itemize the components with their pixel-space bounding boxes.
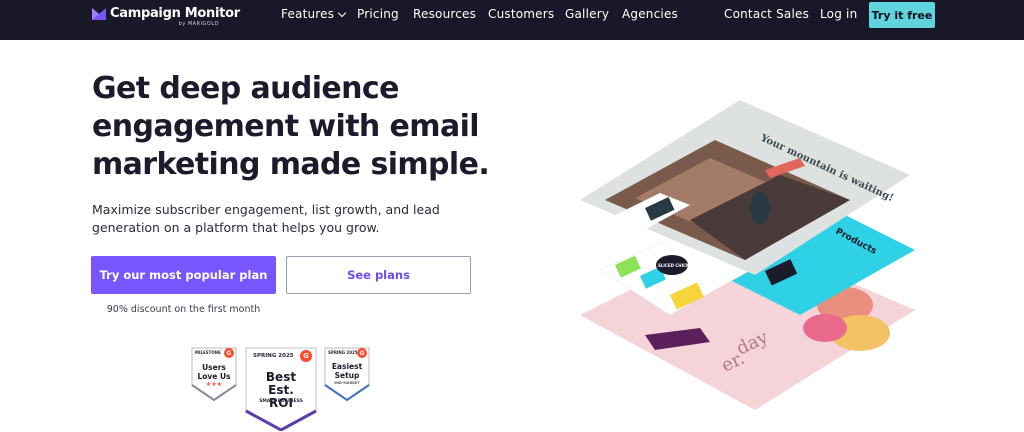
badge-setup-top: SPRING 2025 — [328, 350, 358, 355]
badge-users-top: MILESTONE — [195, 350, 221, 355]
chevron-down-icon — [337, 8, 347, 18]
campaign-monitor-logo-icon — [92, 8, 106, 20]
nav-agencies[interactable]: Agencies — [622, 7, 678, 21]
discount-note: 90% discount on the first month — [106, 304, 261, 315]
badge-roi-sub: SMALL BUSINESS — [259, 399, 303, 404]
nav-customers[interactable]: Customers — [488, 7, 554, 21]
badge-users-rating: ★★★ — [205, 381, 223, 388]
try-popular-plan-button[interactable]: Try our most popular plan — [91, 256, 276, 294]
badge-setup-main: Easiest Setup — [331, 362, 363, 380]
nav-features-label: Features — [281, 7, 335, 21]
food-label: SLICED CHICKEN — [658, 263, 695, 268]
try-it-free-button[interactable]: Try it free — [869, 2, 935, 28]
badge-roi-top: SPRING 2025 — [253, 353, 294, 359]
badge-users-love-us: MILESTONE G Users Love Us ★★★ — [191, 347, 237, 401]
see-plans-button[interactable]: See plans — [286, 256, 471, 294]
email-stack-graphic: day er. Products SLICED CHICKEN Your mou — [580, 100, 915, 410]
badge-roi-main: Best Est. ROI — [265, 370, 297, 410]
nav-resources[interactable]: Resources — [413, 7, 476, 21]
hero-headline: Get deep audience engagement with email … — [92, 71, 490, 182]
nav-gallery[interactable]: Gallery — [565, 7, 609, 21]
nav-contact-sales[interactable]: Contact Sales — [724, 7, 809, 21]
badge-best-roi: SPRING 2025 G Best Est. ROI SMALL BUSINE… — [245, 347, 317, 431]
badge-setup-sub: MID-MARKET — [334, 381, 360, 385]
brand-name: Campaign Monitor — [110, 6, 240, 21]
email-templates-illustration: day er. Products SLICED CHICKEN Your mou — [560, 90, 940, 420]
nav-log-in[interactable]: Log in — [820, 7, 857, 21]
brand-subtitle: by MARIGOLD — [178, 21, 219, 27]
g2-logo-icon: G — [357, 348, 367, 358]
hero-subcopy: Maximize subscriber engagement, list gro… — [92, 202, 440, 235]
g2-logo-icon: G — [224, 348, 234, 358]
brand-logo[interactable]: Campaign Monitor — [92, 7, 240, 21]
g2-logo-icon: G — [300, 350, 312, 362]
badge-users-main: Users Love Us — [197, 363, 231, 381]
badge-easiest-setup: SPRING 2025 G Easiest Setup MID-MARKET — [324, 347, 370, 401]
top-navigation: Campaign Monitor by MARIGOLD Features Pr… — [0, 0, 1024, 40]
nav-pricing[interactable]: Pricing — [357, 7, 399, 21]
nav-features[interactable]: Features — [281, 7, 347, 21]
